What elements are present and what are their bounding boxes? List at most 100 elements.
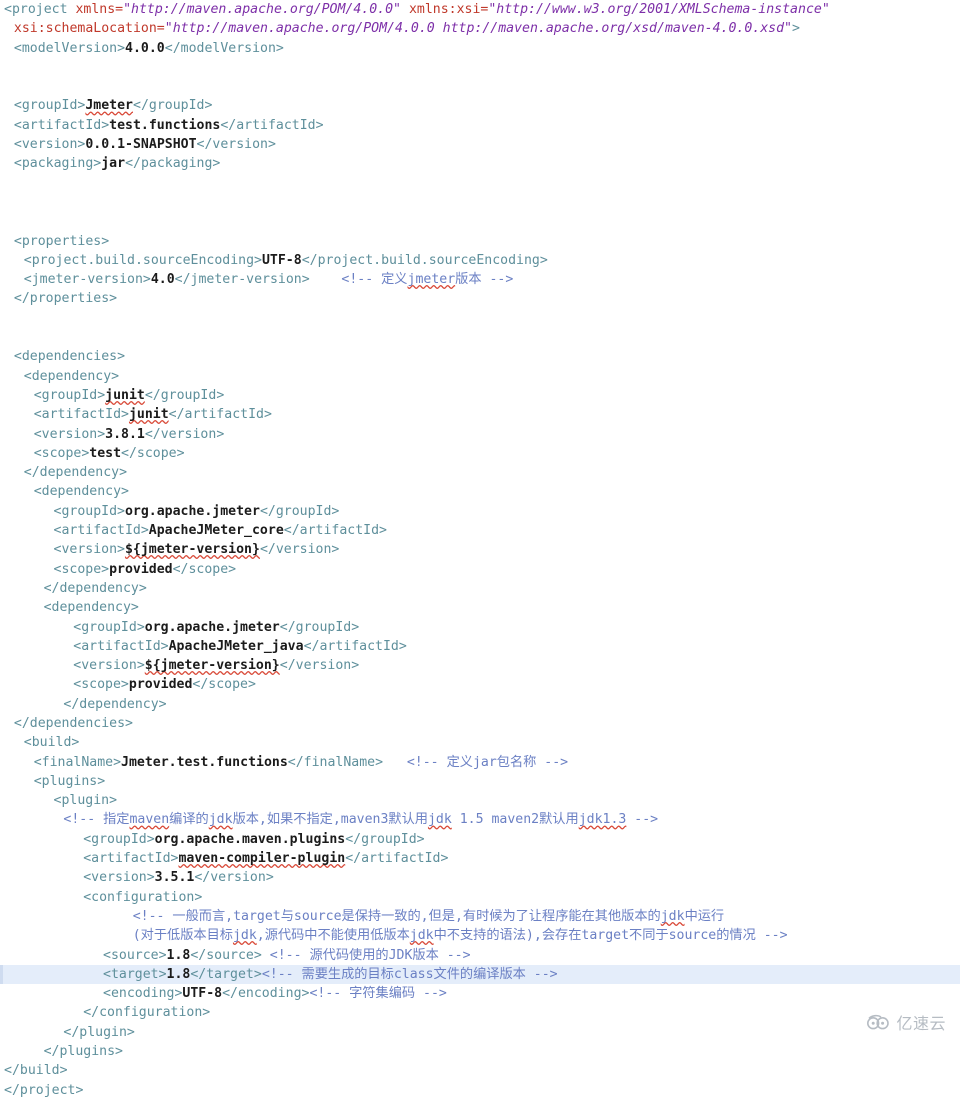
- code-line[interactable]: <modelVersion>4.0.0</modelVersion>: [0, 39, 960, 58]
- xml-tag: </dependencies>: [13, 715, 133, 731]
- code-line[interactable]: <encoding>UTF-8</encoding><!-- 字符集编码 -->: [0, 984, 960, 1003]
- code-line[interactable]: [0, 309, 960, 328]
- code-line[interactable]: <!-- 指定maven编译的jdk版本,如果不指定,maven3默认用jdk …: [0, 810, 960, 829]
- code-line[interactable]: <version>3.8.1</version>: [0, 425, 960, 444]
- code-line[interactable]: <groupId>org.apache.maven.plugins</group…: [0, 830, 960, 849]
- xml-tag: <finalName>: [33, 754, 122, 770]
- code-line[interactable]: <dependency>: [0, 367, 960, 386]
- code-line[interactable]: <artifactId>junit</artifactId>: [0, 405, 960, 424]
- code-line[interactable]: <build>: [0, 733, 960, 752]
- code-line[interactable]: <dependencies>: [0, 347, 960, 366]
- xml-comment: jdk: [409, 928, 434, 944]
- xml-code-viewer[interactable]: <project xmlns="http://maven.apache.org/…: [0, 0, 960, 1100]
- code-line[interactable]: [0, 77, 960, 96]
- code-line[interactable]: (对于低版本目标jdk,源代码中不能使用低版本jdk中不支持的语法),会存在ta…: [0, 926, 960, 945]
- xml-tag: <groupId>: [33, 387, 106, 403]
- code-line[interactable]: <packaging>jar</packaging>: [0, 154, 960, 173]
- code-line[interactable]: <properties>: [0, 232, 960, 251]
- code-line[interactable]: <version>${jmeter-version}</version>: [0, 540, 960, 559]
- code-line[interactable]: <scope>provided</scope>: [0, 675, 960, 694]
- code-line[interactable]: <version>${jmeter-version}</version>: [0, 656, 960, 675]
- xml-tag: </dependency>: [63, 696, 167, 712]
- xml-tag: <project: [4, 2, 76, 17]
- code-line[interactable]: <artifactId>ApacheJMeter_core</artifactI…: [0, 521, 960, 540]
- code-line[interactable]: <groupId>Jmeter</groupId>: [0, 96, 960, 115]
- xml-attribute-name: xsi:schemaLocation=: [13, 21, 165, 37]
- xml-comment: <!-- 指定: [63, 812, 130, 828]
- code-line[interactable]: <target>1.8</target><!-- 需要生成的目标class文件的…: [0, 964, 960, 985]
- xml-tag: <version>: [83, 870, 155, 886]
- xml-tag: </jmeter-version>: [174, 272, 310, 288]
- code-line[interactable]: </build>: [0, 1061, 960, 1080]
- xml-text: Jmeter: [85, 98, 133, 114]
- code-line[interactable]: <project.build.sourceEncoding>UTF-8</pro…: [0, 251, 960, 270]
- code-line[interactable]: </plugins>: [0, 1042, 960, 1061]
- code-line[interactable]: [0, 174, 960, 193]
- xml-comment: jdk: [232, 928, 257, 944]
- code-line[interactable]: [0, 212, 960, 231]
- code-line[interactable]: <finalName>Jmeter.test.functions</finalN…: [0, 753, 960, 772]
- xml-comment: jdk1.3: [578, 812, 627, 828]
- code-line[interactable]: <dependency>: [0, 482, 960, 501]
- code-line[interactable]: <source>1.8</source> <!-- 源代码使用的JDK版本 --…: [0, 946, 960, 965]
- xml-tag: [401, 2, 409, 17]
- code-line[interactable]: <version>3.5.1</version>: [0, 868, 960, 887]
- xml-text: org.apache.jmeter: [124, 503, 260, 519]
- xml-text: UTF-8: [182, 986, 223, 1002]
- xml-tag: </groupId>: [259, 503, 340, 519]
- code-line[interactable]: <artifactId>ApacheJMeter_java</artifactI…: [0, 637, 960, 656]
- code-line[interactable]: </properties>: [0, 289, 960, 308]
- xml-tag: </source>: [190, 947, 262, 963]
- code-line[interactable]: <scope>test</scope>: [0, 444, 960, 463]
- xml-tag: <dependency>: [43, 600, 139, 616]
- xml-tag: </version>: [144, 426, 225, 442]
- code-line[interactable]: xsi:schemaLocation="http://maven.apache.…: [0, 19, 960, 38]
- code-line[interactable]: <scope>provided</scope>: [0, 560, 960, 579]
- code-line[interactable]: [0, 193, 960, 212]
- code-line[interactable]: </dependency>: [0, 579, 960, 598]
- code-line[interactable]: </dependency>: [0, 695, 960, 714]
- code-line[interactable]: <jmeter-version>4.0</jmeter-version> <!-…: [0, 270, 960, 289]
- code-line[interactable]: <!-- 一般而言,target与source是保持一致的,但是,有时候为了让程…: [0, 907, 960, 926]
- code-line[interactable]: [0, 58, 960, 77]
- xml-tag: </project.build.sourceEncoding>: [301, 252, 548, 268]
- xml-comment: 编译的: [169, 812, 209, 828]
- xml-text: Jmeter.test.functions: [121, 754, 288, 770]
- code-line[interactable]: <dependency>: [0, 598, 960, 617]
- xml-attribute-value: "http://maven.apache.org/POM/4.0.0": [123, 2, 401, 17]
- xml-tag: </encoding>: [222, 986, 310, 1002]
- xml-text: 4.0.0: [125, 40, 165, 56]
- xml-text: test: [89, 445, 122, 461]
- xml-text: test.functions: [109, 117, 221, 133]
- code-line[interactable]: <project xmlns="http://maven.apache.org/…: [0, 0, 960, 19]
- xml-tag: <groupId>: [73, 619, 145, 635]
- xml-text: junit: [128, 407, 169, 423]
- code-line[interactable]: </project>: [0, 1081, 960, 1100]
- code-line[interactable]: <version>0.0.1-SNAPSHOT</version>: [0, 135, 960, 154]
- code-line[interactable]: <plugin>: [0, 791, 960, 810]
- code-line[interactable]: <artifactId>maven-compiler-plugin</artif…: [0, 849, 960, 868]
- xml-text: junit: [105, 387, 145, 403]
- xml-tag: <plugin>: [53, 793, 118, 809]
- xml-tag: </modelVersion>: [164, 40, 284, 56]
- code-line[interactable]: <plugins>: [0, 772, 960, 791]
- xml-comment: <!-- 一般而言,target与source是保持一致的,但是,有时候为了让程…: [132, 908, 661, 924]
- code-line[interactable]: <groupId>org.apache.jmeter</groupId>: [0, 618, 960, 637]
- code-line[interactable]: <groupId>junit</groupId>: [0, 386, 960, 405]
- xml-tag: </scope>: [192, 677, 256, 693]
- xml-comment: jdk: [427, 812, 452, 828]
- code-line[interactable]: </configuration>: [0, 1003, 960, 1022]
- code-line[interactable]: [0, 328, 960, 347]
- code-line[interactable]: </dependency>: [0, 463, 960, 482]
- code-line[interactable]: <groupId>org.apache.jmeter</groupId>: [0, 502, 960, 521]
- xml-tag: <groupId>: [53, 503, 125, 519]
- code-line[interactable]: </plugin>: [0, 1023, 960, 1042]
- code-line[interactable]: <configuration>: [0, 888, 960, 907]
- xml-comment: <!-- 需要生成的目标class文件的编译版本 -->: [261, 966, 558, 982]
- xml-comment: -->: [626, 812, 659, 828]
- xml-text: org.apache.maven.plugins: [154, 831, 346, 847]
- code-line[interactable]: <artifactId>test.functions</artifactId>: [0, 116, 960, 135]
- xml-tag: </version>: [259, 542, 340, 558]
- xml-attribute-value: "http://maven.apache.org/POM/4.0.0 http:…: [164, 21, 792, 37]
- code-line[interactable]: </dependencies>: [0, 714, 960, 733]
